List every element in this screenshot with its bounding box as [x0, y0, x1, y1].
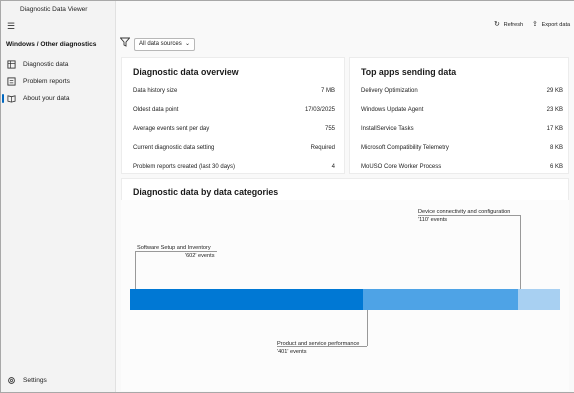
- row-value: 17/03/2025: [304, 107, 335, 113]
- overview-title: Diagnostic data overview: [133, 67, 239, 77]
- hamburger-menu-icon[interactable]: ☰: [7, 21, 15, 32]
- sidebar-item-label: Diagnostic data: [23, 61, 69, 68]
- leader-line-software-setup: [135, 251, 136, 289]
- sidebar-item-label: About your data: [23, 95, 70, 102]
- chevron-down-icon: ⌄: [184, 41, 190, 47]
- row-label: Oldest data point: [133, 107, 179, 113]
- export-icon: ⇪: [532, 21, 538, 28]
- category-name: Software Setup and Inventory: [137, 245, 211, 251]
- sidebar-header: Windows / Other diagnostics: [6, 41, 97, 48]
- bar-segment-3[interactable]: [518, 289, 560, 310]
- sidebar-item-diagnostic-data[interactable]: Diagnostic data: [1, 56, 115, 73]
- categories-header: Diagnostic data by data categories: [121, 178, 569, 200]
- row-label: Delivery Optimization: [361, 88, 418, 94]
- data-source-dropdown[interactable]: All data sources ⌄: [134, 38, 195, 51]
- sidebar: ☰ Windows / Other diagnostics Diagnostic…: [1, 18, 115, 392]
- filter-icon[interactable]: [120, 37, 130, 47]
- category-events: '602' events: [185, 253, 215, 259]
- leader-line-product-performance: [367, 310, 368, 346]
- row-label: InstallService Tasks: [361, 126, 414, 132]
- window-title: Diagnostic Data Viewer: [20, 6, 88, 13]
- app-row: MoUSO Core Worker Process 6 KB: [361, 164, 563, 170]
- category-name: Product and service performance: [277, 341, 360, 347]
- main-content: ↻ Refresh ⇪ Export data All data sources…: [115, 1, 574, 392]
- report-icon: [7, 77, 16, 86]
- row-value: Required: [310, 145, 335, 151]
- active-indicator: [2, 94, 4, 103]
- row-value: 17 KB: [546, 126, 563, 132]
- refresh-label: Refresh: [503, 22, 524, 28]
- sidebar-item-problem-reports[interactable]: Problem reports: [1, 73, 115, 90]
- row-value: 8 KB: [549, 145, 563, 151]
- filter-bar: All data sources ⌄: [116, 33, 574, 55]
- overview-row: Problem reports created (last 30 days) 4: [133, 164, 335, 170]
- row-label: MoUSO Core Worker Process: [361, 164, 442, 170]
- category-events: '401' events: [277, 349, 307, 355]
- app-row: InstallService Tasks 17 KB: [361, 126, 563, 132]
- app-window: Diagnostic Data Viewer — ☐ ✕ ☰ Windows /…: [0, 0, 574, 393]
- row-value: 755: [324, 126, 335, 132]
- book-icon: [7, 95, 16, 103]
- export-button[interactable]: ⇪ Export data: [532, 20, 570, 28]
- sidebar-item-label: Problem reports: [23, 78, 70, 85]
- row-label: Windows Update Agent: [361, 107, 424, 113]
- refresh-button[interactable]: ↻ Refresh: [494, 20, 523, 28]
- row-label: Average events sent per day: [133, 126, 210, 132]
- export-label: Export data: [541, 22, 571, 28]
- annotation-product-performance: Product and service performance '401' ev…: [277, 340, 359, 356]
- overview-row: Average events sent per day 755: [133, 126, 335, 132]
- annotation-software-setup: Software Setup and Inventory '602' event…: [137, 244, 215, 260]
- row-label: Data history size: [133, 88, 178, 94]
- settings-label: Settings: [23, 377, 47, 384]
- bar-segment-2[interactable]: [363, 289, 518, 310]
- top-apps-title: Top apps sending data: [361, 67, 457, 77]
- row-label: Problem reports created (last 30 days): [133, 164, 236, 170]
- row-value: 29 KB: [546, 88, 563, 94]
- row-label: Microsoft Compatibility Telemetry: [361, 145, 449, 151]
- overview-row: Oldest data point 17/03/2025: [133, 107, 335, 113]
- category-name: Device connectivity and configuration: [418, 209, 511, 215]
- sidebar-item-settings[interactable]: Settings: [1, 372, 115, 389]
- top-apps-card: Top apps sending data Delivery Optimizat…: [349, 57, 569, 174]
- row-value: 4: [331, 164, 335, 170]
- app-row: Windows Update Agent 23 KB: [361, 107, 563, 113]
- dropdown-selected-value: All data sources: [139, 41, 182, 47]
- app-row: Microsoft Compatibility Telemetry 8 KB: [361, 145, 563, 151]
- row-value: 7 MB: [320, 88, 335, 94]
- refresh-icon: ↻: [494, 21, 500, 28]
- bar-segment-1[interactable]: [130, 289, 363, 310]
- database-icon: [7, 60, 16, 69]
- categories-title: Diagnostic data by data categories: [133, 187, 279, 197]
- gear-icon: [8, 377, 15, 384]
- row-value: 6 KB: [549, 164, 563, 170]
- annotation-device-connectivity: Device connectivity and configuration '1…: [418, 208, 510, 224]
- row-label: Current diagnostic data setting: [133, 145, 215, 151]
- app-row: Delivery Optimization 29 KB: [361, 88, 563, 94]
- overview-card: Diagnostic data overview Data history si…: [121, 57, 345, 174]
- overview-row: Current diagnostic data setting Required: [133, 145, 335, 151]
- overview-row: Data history size 7 MB: [133, 88, 335, 94]
- sidebar-item-about-your-data[interactable]: About your data: [1, 90, 115, 107]
- row-value: 23 KB: [546, 107, 563, 113]
- leader-line-device-connectivity: [520, 215, 521, 289]
- category-events: '110' events: [418, 217, 448, 223]
